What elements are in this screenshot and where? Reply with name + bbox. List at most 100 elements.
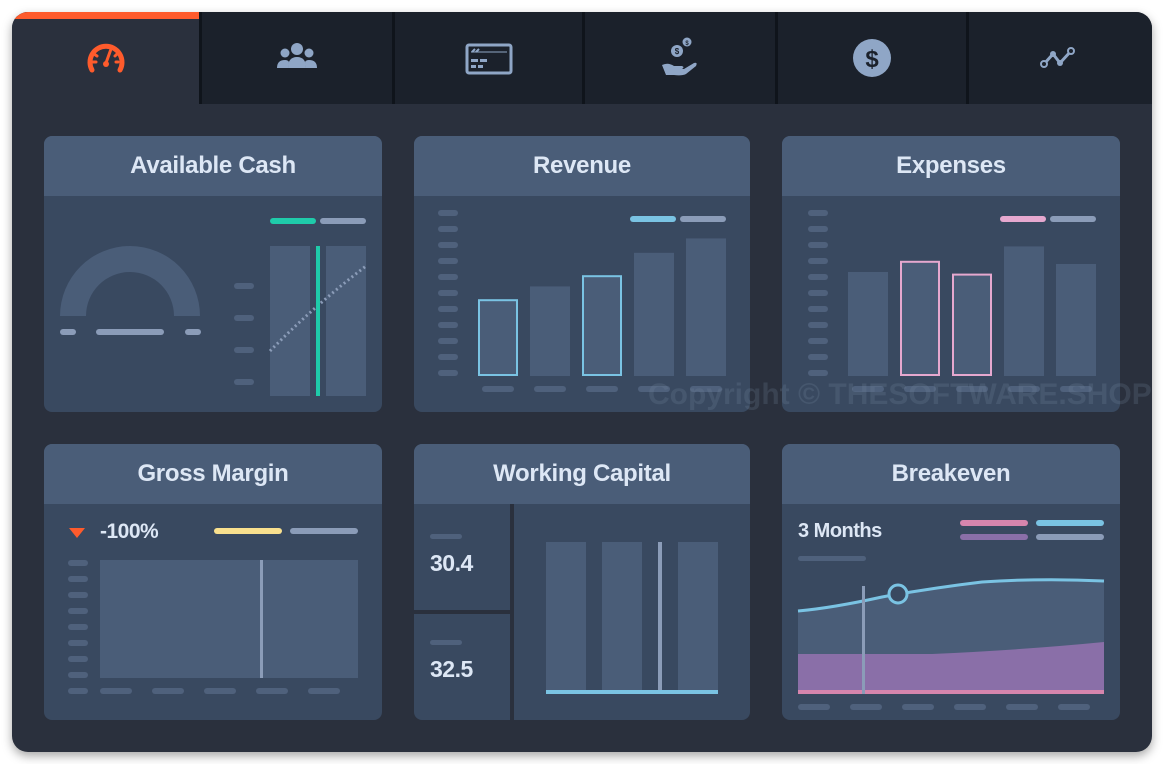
y-tick [808,370,828,376]
bar[interactable] [530,286,570,376]
tab-payments[interactable] [395,12,585,104]
y-tick [68,576,88,582]
tab-cash[interactable]: $ [778,12,969,104]
legend-grey [320,218,366,224]
legend-highlight [630,216,676,222]
x-tick [638,386,670,392]
y-tick [68,592,88,598]
y-tick [808,290,828,296]
capital-bar [546,542,586,694]
x-tick [954,704,986,710]
x-tick [534,386,566,392]
bar[interactable] [900,260,940,376]
metric-label [430,534,462,539]
breakeven-point [887,583,909,605]
y-tick [438,370,458,376]
x-tick [1058,704,1090,710]
y-tick [438,322,458,328]
y-tick [68,640,88,646]
y-tick [68,624,88,630]
capital-bar [602,542,642,694]
y-tick [808,226,828,232]
tab-trends[interactable] [969,12,1152,104]
y-tick [438,338,458,344]
bar[interactable] [952,273,992,376]
bar[interactable] [1056,264,1096,376]
legend-highlight [1000,216,1046,222]
legend-blue [1036,520,1104,526]
x-tick [902,704,934,710]
bar[interactable] [478,299,518,376]
tab-people[interactable] [202,12,395,104]
y-tick [438,354,458,360]
capital-bar [678,542,718,694]
y-tick [438,226,458,232]
margin-marker [260,560,263,678]
y-tick [438,258,458,264]
x-tick [586,386,618,392]
line-chart-icon [1039,47,1075,68]
available-cash-chart [60,218,367,396]
x-tick [852,386,884,392]
y-tick [234,379,254,385]
subtitle-placeholder [798,556,866,561]
x-tick [904,386,936,392]
y-tick [808,306,828,312]
legend-base [1050,216,1096,222]
dollar-circle-icon: $ [853,39,891,77]
y-tick [68,656,88,662]
y-tick [234,315,254,321]
card-revenue[interactable]: Revenue [414,136,750,412]
card-working-capital[interactable]: Working Capital 30.4 32.5 [414,444,750,720]
x-tick [1008,386,1040,392]
card-title: Expenses [782,136,1120,196]
legend-teal [270,218,316,224]
credit-card-icon [465,43,512,75]
x-tick [956,386,988,392]
card-available-cash[interactable]: Available Cash [44,136,382,412]
bar[interactable] [634,252,674,376]
x-tick [1060,386,1092,392]
y-tick [68,608,88,614]
x-tick [256,688,288,694]
gross-margin-value: -100% [100,520,159,543]
users-icon [277,43,317,68]
legend-purple [960,534,1028,540]
card-title: Working Capital [414,444,750,504]
legend-grey [290,528,358,534]
tab-receivables[interactable]: $ $ [585,12,778,104]
bar[interactable] [848,272,888,376]
card-gross-margin[interactable]: Gross Margin -100% [44,444,382,720]
card-expenses[interactable]: Expenses [782,136,1120,412]
bar[interactable] [1004,246,1044,376]
y-tick [438,306,458,312]
gauge-max-label [185,329,201,335]
capital-marker [658,542,662,694]
working-capital-chart [414,504,718,720]
hand-coins-icon: $ $ [662,37,697,76]
breakeven-baseline [798,690,1104,694]
working-capital-value-2: 32.5 [430,656,473,682]
y-tick [808,354,828,360]
card-breakeven[interactable]: Breakeven 3 Months [782,444,1120,720]
svg-text:$: $ [865,46,879,73]
bar[interactable] [686,238,726,376]
revenue-chart [438,210,726,392]
y-tick [234,347,254,353]
bar[interactable] [582,275,622,376]
legend-grey [1036,534,1104,540]
trend-down-icon [69,528,85,538]
y-tick [438,242,458,248]
metric-label [430,640,462,645]
x-tick [798,704,830,710]
tab-dashboard[interactable] [12,12,202,104]
gauge-value-label [96,329,164,335]
x-tick [850,704,882,710]
card-title: Available Cash [44,136,382,196]
y-tick [808,210,828,216]
y-tick [68,672,88,678]
y-tick [68,560,88,566]
gauge-min-label [60,329,76,335]
svg-text:$: $ [675,47,680,56]
dashboard-window: $ $ $ Available Cash Revenue Expenses Gr… [12,12,1152,752]
